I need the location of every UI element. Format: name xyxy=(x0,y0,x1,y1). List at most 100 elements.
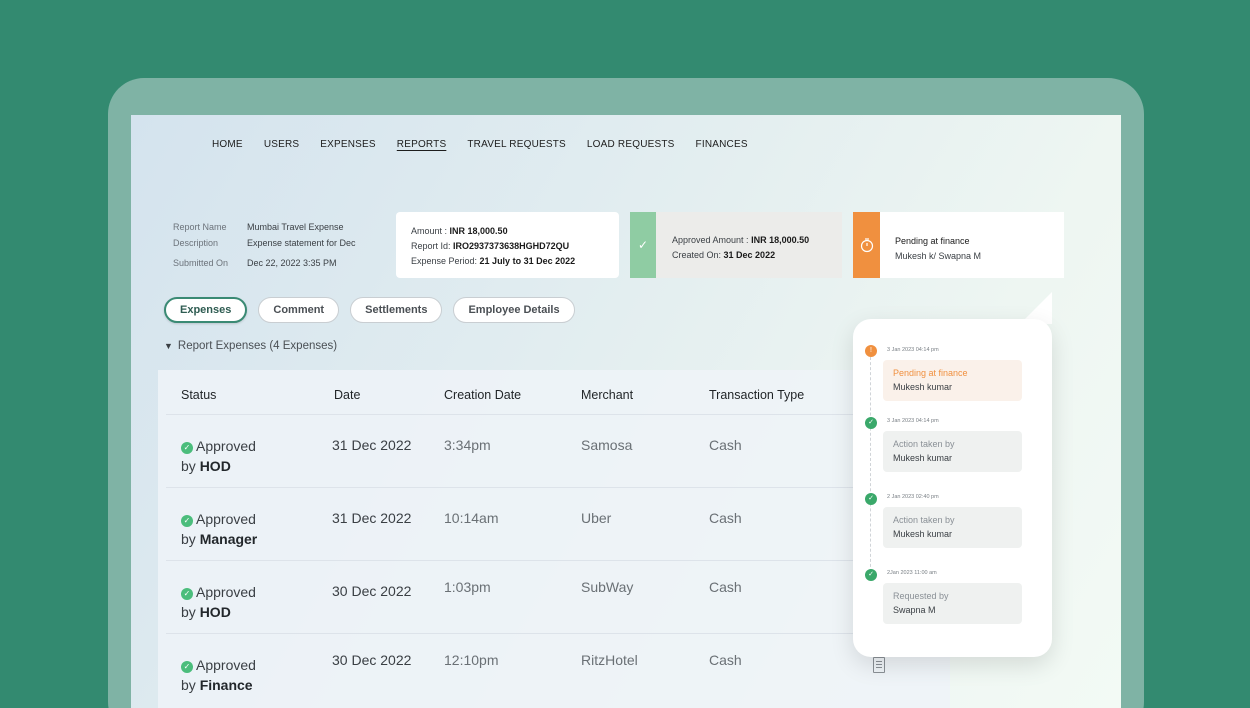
timeline-time: 3 Jan 2023 04:14 pm xyxy=(887,418,939,424)
check-circle-icon: ✓ xyxy=(865,569,877,581)
approver: HOD xyxy=(199,458,231,474)
report-id-value: IRO2937373638HGHD72QU xyxy=(453,241,570,251)
timeline-title: Requested by xyxy=(893,591,949,601)
merchant-cell: SubWay xyxy=(581,579,634,595)
table-row[interactable]: ✓ Approved by HOD 31 Dec 2022 3:34pm Samo… xyxy=(166,414,856,487)
report-description: Expense statement for Dec xyxy=(247,238,356,248)
by-prefix: by xyxy=(181,458,200,474)
pending-people: Mukesh k/ Swapna M xyxy=(895,251,982,261)
status-cell: ✓ Approved by Finance xyxy=(181,655,256,695)
nav-travel-requests[interactable]: TRAVEL REQUESTS xyxy=(467,139,566,150)
header-creation-date[interactable]: Creation Date xyxy=(444,388,521,402)
receipt-icon[interactable] xyxy=(873,657,885,673)
table-row[interactable]: ✓ Approved by Manager 31 Dec 2022 10:14am… xyxy=(166,487,856,560)
date-cell: 30 Dec 2022 xyxy=(332,583,412,599)
check-icon: ✓ xyxy=(630,212,656,278)
status-text: Approved xyxy=(196,584,256,600)
table-row[interactable]: ✓ Approved by HOD 30 Dec 2022 1:03pm SubW… xyxy=(166,560,856,633)
status-cell: ✓ Approved by HOD xyxy=(181,436,256,476)
header-merchant[interactable]: Merchant xyxy=(581,388,633,402)
submitted-on: Dec 22, 2022 3:35 PM xyxy=(247,258,337,268)
approved-amount-value: INR 18,000.50 xyxy=(751,235,810,245)
pending-dot-icon: ! xyxy=(865,345,877,357)
timeline-entry: Action taken by Mukesh kumar xyxy=(883,431,1022,472)
date-cell: 30 Dec 2022 xyxy=(332,652,412,668)
type-cell: Cash xyxy=(709,437,742,453)
created-on-value: 31 Dec 2022 xyxy=(723,250,776,260)
timeline-entry: Requested by Swapna M xyxy=(883,583,1022,624)
creation-cell: 10:14am xyxy=(444,510,499,526)
merchant-cell: Uber xyxy=(581,510,612,526)
timeline-entry: Pending at finance Mukesh kumar xyxy=(883,360,1022,401)
creation-cell: 12:10pm xyxy=(444,652,499,668)
status-cell: ✓ Approved by HOD xyxy=(181,582,256,622)
nav-expenses[interactable]: EXPENSES xyxy=(320,139,376,150)
top-nav: HOME USERS EXPENSES REPORTS TRAVEL REQUE… xyxy=(212,139,769,150)
expenses-table: Status Date Creation Date Merchant Trans… xyxy=(158,370,950,708)
report-id-label: Report Id: xyxy=(411,241,454,251)
check-circle-icon: ✓ xyxy=(181,515,193,527)
header-status[interactable]: Status xyxy=(181,388,216,402)
tab-settlements[interactable]: Settlements xyxy=(350,297,443,323)
nav-load-requests[interactable]: LOAD REQUESTS xyxy=(587,139,675,150)
triangle-down-icon: ▼ xyxy=(164,341,173,351)
tab-bar: Expenses Comment Settlements Employee De… xyxy=(164,297,586,323)
timeline-title: Pending at finance xyxy=(893,368,968,378)
nav-users[interactable]: USERS xyxy=(264,139,299,150)
tab-employee-details[interactable]: Employee Details xyxy=(453,297,575,323)
timeline-title: Action taken by xyxy=(893,515,955,525)
nav-finances[interactable]: FINANCES xyxy=(696,139,748,150)
merchant-cell: Samosa xyxy=(581,437,633,453)
status-text: Approved xyxy=(196,511,256,527)
type-cell: Cash xyxy=(709,652,742,668)
description-label: Description xyxy=(173,238,219,248)
type-cell: Cash xyxy=(709,579,742,595)
approved-card: ✓ Approved Amount : INR 18,000.50 Create… xyxy=(630,212,842,278)
report-info: Report Name Mumbai Travel Expense Descri… xyxy=(173,219,356,271)
date-cell: 31 Dec 2022 xyxy=(332,437,412,453)
tab-comment[interactable]: Comment xyxy=(258,297,340,323)
section-title: Report Expenses (4 Expenses) xyxy=(177,340,338,352)
merchant-cell: RitzHotel xyxy=(581,652,638,668)
check-circle-icon: ✓ xyxy=(865,417,877,429)
timeline-person: Swapna M xyxy=(893,605,936,615)
table-row[interactable]: ✓ Approved by Finance 30 Dec 2022 12:10pm… xyxy=(166,633,856,706)
timer-icon xyxy=(853,212,880,278)
amount-card: Amount : INR 18,000.50 Report Id: IRO293… xyxy=(396,212,619,278)
creation-cell: 3:34pm xyxy=(444,437,491,453)
amount-value: INR 18,000.50 xyxy=(449,226,508,236)
date-cell: 31 Dec 2022 xyxy=(332,510,412,526)
created-on-label: Created On: xyxy=(672,250,724,260)
timeline-time: 2Jan 2023 11:00 am xyxy=(887,570,937,576)
creation-cell: 1:03pm xyxy=(444,579,491,595)
check-circle-icon: ✓ xyxy=(865,493,877,505)
tab-expenses[interactable]: Expenses xyxy=(164,297,248,323)
timeline-person: Mukesh kumar xyxy=(893,453,953,463)
nav-reports[interactable]: REPORTS xyxy=(397,139,447,150)
by-prefix: by xyxy=(181,677,200,693)
timeline-time: 3 Jan 2023 04:14 pm xyxy=(887,347,939,353)
period-label: Expense Period: xyxy=(411,256,480,266)
check-circle-icon: ✓ xyxy=(181,442,193,454)
nav-home[interactable]: HOME xyxy=(212,139,243,150)
timeline-line xyxy=(870,352,871,577)
timeline-title: Action taken by xyxy=(893,439,955,449)
approved-amount-label: Approved Amount : xyxy=(672,235,752,245)
approver: Finance xyxy=(199,677,253,693)
status-text: Approved xyxy=(196,657,256,673)
status-cell: ✓ Approved by Manager xyxy=(181,509,257,549)
header-transaction-type[interactable]: Transaction Type xyxy=(709,388,804,402)
status-text: Approved xyxy=(196,438,256,454)
report-name: Mumbai Travel Expense xyxy=(247,222,344,232)
report-expenses-toggle[interactable]: ▼ Report Expenses (4 Expenses) xyxy=(164,340,337,352)
table-header: Status Date Creation Date Merchant Trans… xyxy=(158,370,950,415)
timeline-person: Mukesh kumar xyxy=(893,382,953,392)
pending-card: Pending at finance Mukesh k/ Swapna M xyxy=(853,212,1064,278)
approval-timeline: ! 3 Jan 2023 04:14 pm Pending at finance… xyxy=(853,319,1052,657)
timeline-time: 2 Jan 2023 02:40 pm xyxy=(887,494,939,500)
approver: HOD xyxy=(199,604,231,620)
header-date[interactable]: Date xyxy=(334,388,360,402)
by-prefix: by xyxy=(181,604,200,620)
type-cell: Cash xyxy=(709,510,742,526)
by-prefix: by xyxy=(181,531,200,547)
